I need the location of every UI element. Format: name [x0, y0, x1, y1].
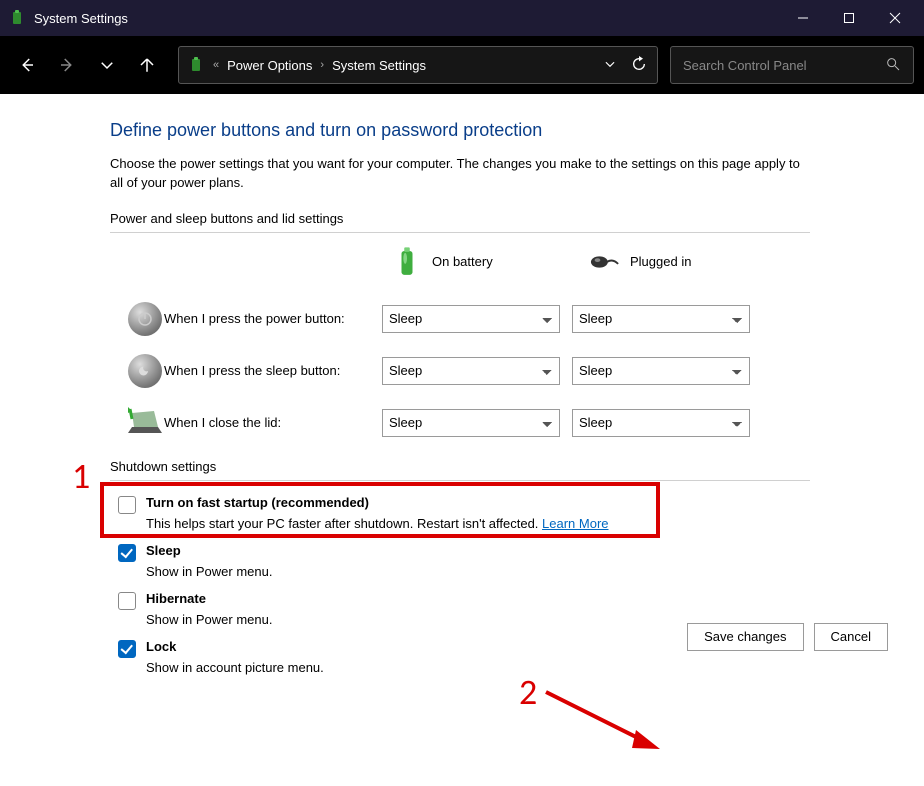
sleep-button-icon: [128, 354, 162, 388]
section-title-shutdown: Shutdown settings: [110, 459, 810, 474]
power-row-label: When I press the power button:: [164, 311, 382, 326]
fast-startup-label: Turn on fast startup (recommended): [146, 495, 369, 510]
power-row-sleep-button: When I press the sleep button: Sleep Sle…: [110, 345, 810, 397]
annotation-number-2: 2: [519, 670, 537, 714]
fast-startup-subtext: This helps start your PC faster after sh…: [146, 516, 810, 531]
checkbox-sleep[interactable]: [118, 544, 136, 562]
breadcrumb-root-sep: «: [213, 59, 219, 71]
app-icon: [10, 10, 26, 26]
col-plugged: Plugged in: [590, 247, 788, 277]
search-icon: [885, 56, 901, 75]
power-row-close-lid: When I close the lid: Sleep Sleep: [110, 397, 810, 449]
minimize-button[interactable]: [780, 0, 826, 36]
breadcrumb-sep: ›: [320, 59, 324, 71]
power-button-plugged-select[interactable]: Sleep: [572, 305, 750, 333]
search-input[interactable]: Search Control Panel: [670, 46, 914, 84]
close-button[interactable]: [872, 0, 918, 36]
col-plugged-label: Plugged in: [630, 254, 691, 269]
divider: [110, 480, 810, 481]
plug-icon: [590, 247, 620, 277]
checkbox-lock[interactable]: [118, 640, 136, 658]
checkbox-fast-startup[interactable]: [118, 496, 136, 514]
sleep-button-battery-select[interactable]: Sleep: [382, 357, 560, 385]
section-title-power: Power and sleep buttons and lid settings: [110, 211, 810, 226]
annotation-number-1: 1: [72, 454, 90, 498]
breadcrumb-item-power-options[interactable]: Power Options: [227, 58, 312, 73]
laptop-icon: [128, 407, 164, 438]
toolbar: « Power Options › System Settings Search…: [0, 36, 924, 94]
maximize-button[interactable]: [826, 0, 872, 36]
forward-button[interactable]: [50, 48, 84, 82]
up-button[interactable]: [130, 48, 164, 82]
power-button-battery-select[interactable]: Sleep: [382, 305, 560, 333]
power-button-icon: [128, 302, 162, 336]
learn-more-link[interactable]: Learn More: [542, 516, 608, 531]
sleep-row-label: When I press the sleep button:: [164, 363, 382, 378]
page-title: Define power buttons and turn on passwor…: [110, 120, 810, 141]
lid-plugged-select[interactable]: Sleep: [572, 409, 750, 437]
address-bar[interactable]: « Power Options › System Settings: [178, 46, 658, 84]
checkbox-hibernate[interactable]: [118, 592, 136, 610]
hibernate-label: Hibernate: [146, 591, 206, 606]
lock-subtext: Show in account picture menu.: [146, 660, 810, 675]
lid-row-label: When I close the lid:: [164, 415, 382, 430]
back-button[interactable]: [10, 48, 44, 82]
refresh-button[interactable]: [631, 56, 647, 75]
breadcrumb-item-system-settings[interactable]: System Settings: [332, 58, 426, 73]
cancel-button[interactable]: Cancel: [814, 623, 888, 651]
column-headers: On battery Plugged in: [392, 247, 810, 277]
annotation-arrow: [540, 686, 680, 766]
save-button[interactable]: Save changes: [687, 623, 803, 651]
address-dropdown[interactable]: [603, 57, 617, 74]
col-battery-label: On battery: [432, 254, 493, 269]
address-icon: [189, 57, 205, 73]
power-row-power-button: When I press the power button: Sleep Sle…: [110, 293, 810, 345]
sleep-subtext: Show in Power menu.: [146, 564, 810, 579]
titlebar: System Settings: [0, 0, 924, 36]
col-battery: On battery: [392, 247, 590, 277]
battery-icon: [392, 247, 422, 277]
recent-locations-button[interactable]: [90, 48, 124, 82]
window-title: System Settings: [34, 11, 780, 26]
sleep-label: Sleep: [146, 543, 181, 558]
sleep-button-plugged-select[interactable]: Sleep: [572, 357, 750, 385]
search-placeholder: Search Control Panel: [683, 58, 885, 73]
content-area: Define power buttons and turn on passwor…: [0, 94, 924, 675]
page-description: Choose the power settings that you want …: [110, 155, 810, 193]
lock-label: Lock: [146, 639, 176, 654]
footer-buttons: Save changes Cancel: [687, 623, 888, 651]
breadcrumb: « Power Options › System Settings: [213, 58, 603, 73]
divider: [110, 232, 810, 233]
lid-battery-select[interactable]: Sleep: [382, 409, 560, 437]
